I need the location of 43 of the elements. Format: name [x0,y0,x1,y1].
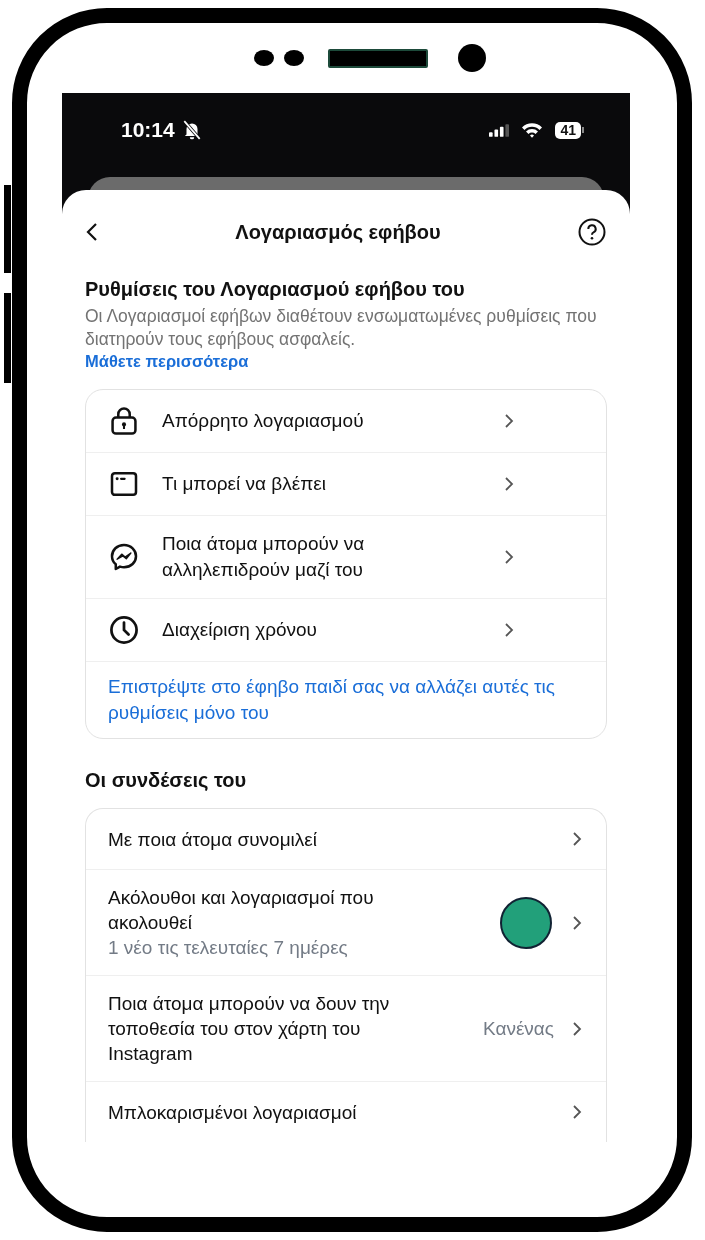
setting-value: Κανένας [482,1017,554,1040]
sensor-dot [284,50,304,66]
chevron-right-icon [572,914,582,931]
chevron-right-icon [504,476,514,492]
chevron-right-icon [572,1104,582,1120]
status-time: 10:14 [121,118,175,142]
lock-icon [108,405,140,437]
chevron-right-icon [572,831,582,847]
learn-more-link[interactable]: Μάθετε περισσότερα [85,352,249,371]
connections-label: Ποια άτομα μπορούν να δουν την τοποθεσία του στον χάρτη του Instagram [108,992,391,1066]
connections-row[interactable]: Ακόλουθοι και λογαριασμοί που ακολουθεί 1 νέο τις τελευταίες 7 ημέρες [86,870,606,976]
connections-subtitle: 1 νέο τις τελευταίες 7 ημέρες [108,936,349,960]
connections-row[interactable]: Με ποια άτομα συνομιλεί [86,809,606,870]
settings-row[interactable]: Ποια άτομα μπορούν να αλληλεπιδρούν μαζί του [86,516,606,599]
settings-row[interactable]: Διαχείριση χρόνου [86,599,606,662]
page-title: Λογαριασμός εφήβου [235,220,441,244]
connections-label: Με ποια άτομα συνομιλεί [108,827,318,852]
clock-icon [108,614,140,646]
messenger-icon [108,541,140,573]
settings-row[interactable]: Απόρρητο λογαριασμού [86,390,606,453]
chevron-right-icon [504,622,514,638]
settings-label: Απόρρητο λογαριασμού [162,409,365,433]
section-title: Ρυθμίσεις του Λογαριασμού εφήβου του [85,278,466,301]
settings-label: Διαχείριση χρόνου [162,618,318,642]
settings-row[interactable]: Τι μπορεί να βλέπει [86,453,606,516]
signal-icon [489,123,510,137]
settings-label: Ποια άτομα μπορούν να αλληλεπιδρούν μαζί του [162,532,366,582]
sensor-dot [254,50,274,66]
wifi-icon [521,122,544,138]
section-title: Οι συνδέσεις του [85,769,248,792]
settings-label: Τι μπορεί να βλέπει [162,472,327,496]
connections-row[interactable]: Ποια άτομα μπορούν να δουν την τοποθεσία του στον χάρτη του Instagram Κανένας [86,976,606,1082]
connections-row[interactable]: Μπλοκαρισμένοι λογαριασμοί [86,1082,606,1142]
section-description: Οι Λογαριασμοί εφήβων διαθέτουν ενσωματωμένες ρυθμίσεις που διατηρούν τους εφήβους ασφαλείς. [85,305,598,351]
chevron-right-icon [572,1020,582,1037]
allow-changes-link[interactable]: Επιστρέψτε στο έφηβο παιδί σας να αλλάζει αυτές τις ρυθμίσεις μόνο του [108,674,584,726]
chevron-right-icon [504,549,514,565]
connections-label: Ακόλουθοι και λογαριασμοί που ακολουθεί [108,886,375,935]
help-button[interactable] [576,216,608,248]
camera-dot [458,44,486,72]
connections-label: Μπλοκαρισμένοι λογαριασμοί [108,1100,358,1125]
battery-indicator: 41 [555,121,584,139]
chevron-right-icon [504,413,514,429]
